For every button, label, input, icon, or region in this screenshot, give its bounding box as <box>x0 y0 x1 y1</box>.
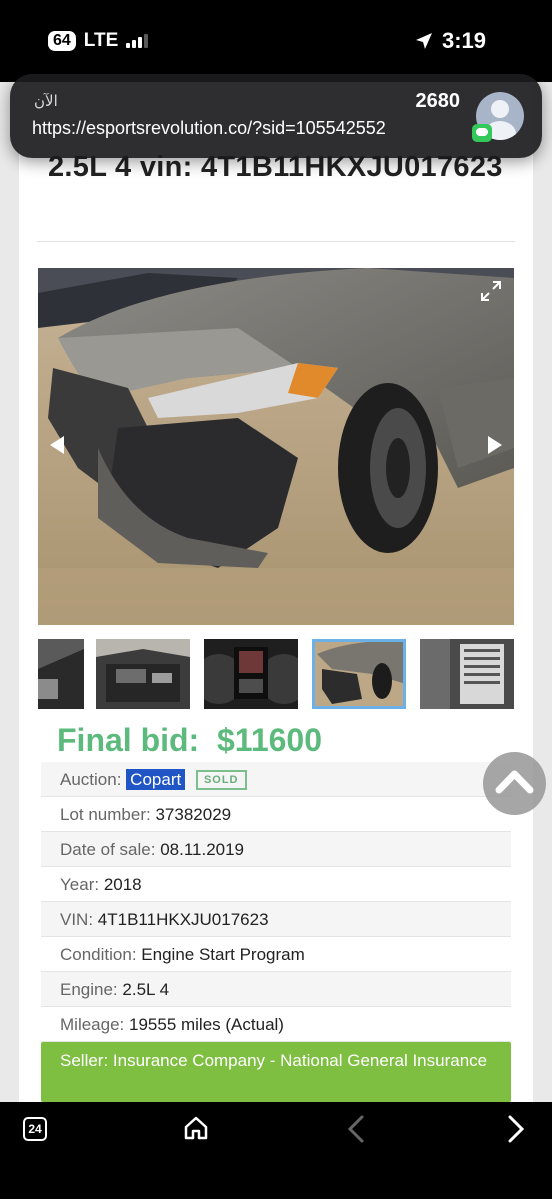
condition-row: Condition: Engine Start Program <box>41 937 511 972</box>
thumbnail-1[interactable] <box>38 639 84 709</box>
lot-number-row: Lot number: 37382029 <box>41 797 511 832</box>
lot-number-label: Lot number: <box>60 805 151 824</box>
location-arrow-icon <box>415 33 432 49</box>
next-photo-arrow-icon[interactable] <box>488 436 502 454</box>
message-notification[interactable]: الآن 2680 https://esportsrevolution.co/?… <box>10 74 542 158</box>
home-icon[interactable] <box>183 1115 209 1141</box>
notification-sender: 2680 <box>415 90 461 112</box>
messages-app-icon <box>472 124 492 142</box>
tabs-button[interactable]: 24 <box>23 1117 47 1141</box>
clock: 3:19 <box>441 28 486 53</box>
mileage-value: 19555 miles (Actual) <box>129 1015 284 1034</box>
browser-toolbar: 24 <box>0 1102 552 1199</box>
scroll-to-top-button[interactable] <box>483 752 546 815</box>
chevron-up-icon <box>495 770 534 794</box>
chevron-right-icon[interactable] <box>506 1114 526 1144</box>
notification-time: الآن <box>34 93 58 110</box>
year-row: Year: 2018 <box>41 867 511 902</box>
vin-row: VIN: 4T1B11HKXJU017623 <box>41 902 511 937</box>
notification-body: https://esportsrevolution.co/?sid=105542… <box>32 118 386 138</box>
network-label: LTE <box>83 30 119 51</box>
thumbnail-4-active[interactable] <box>312 639 406 709</box>
year-label: Year: <box>60 875 100 894</box>
expand-icon[interactable] <box>480 280 502 302</box>
thumbnail-3[interactable] <box>204 639 298 709</box>
date-of-sale-row: Date of sale: 08.11.2019 <box>41 832 511 867</box>
condition-value: Engine Start Program <box>141 945 305 964</box>
final-bid-value: $11600 <box>216 722 322 758</box>
seller-bar: Seller: Insurance Company - National Gen… <box>41 1042 511 1102</box>
engine-label: Engine: <box>60 980 118 999</box>
vin-value: 4T1B11HKXJU017623 <box>97 910 269 929</box>
date-of-sale-label: Date of sale: <box>60 840 156 859</box>
auction-copart-link[interactable]: Copart <box>126 769 186 790</box>
final-bid: Final bid: $11600 <box>57 722 322 759</box>
status-bar: 64 LTE 3:19 <box>0 0 552 82</box>
thumbnail-5[interactable] <box>420 639 514 709</box>
lot-number-value: 37382029 <box>155 805 232 824</box>
mileage-row: Mileage: 19555 miles (Actual) <box>41 1007 511 1042</box>
mileage-label: Mileage: <box>60 1015 125 1034</box>
engine-value: 2.5L 4 <box>122 980 170 999</box>
web-page: 2.5L 4 vin: 4T1B11HKXJU017623 Final bid:… <box>0 82 552 1102</box>
battery-indicator: 64 <box>48 31 76 51</box>
previous-photo-arrow-icon[interactable] <box>50 436 64 454</box>
auction-label: Auction: <box>60 770 122 789</box>
final-bid-label: Final bid: <box>57 722 200 758</box>
year-value: 2018 <box>103 875 142 894</box>
thumbnail-2[interactable] <box>96 639 190 709</box>
signal-icon <box>126 34 149 48</box>
engine-row: Engine: 2.5L 4 <box>41 972 511 1007</box>
date-of-sale-value: 08.11.2019 <box>160 840 245 859</box>
thumbnail-strip <box>38 639 514 709</box>
main-car-photo[interactable] <box>38 268 514 625</box>
sold-badge: SOLD <box>195 770 247 790</box>
vin-label: VIN: <box>60 910 94 929</box>
auction-row: Auction: Copart SOLD <box>41 762 511 797</box>
car-photo-image <box>38 268 514 625</box>
chevron-left-icon[interactable] <box>346 1114 366 1144</box>
divider <box>37 241 515 242</box>
listing-card: 2.5L 4 vin: 4T1B11HKXJU017623 Final bid:… <box>19 82 533 1102</box>
listing-details: Auction: Copart SOLD Lot number: 3738202… <box>41 762 511 1102</box>
condition-label: Condition: <box>60 945 137 964</box>
